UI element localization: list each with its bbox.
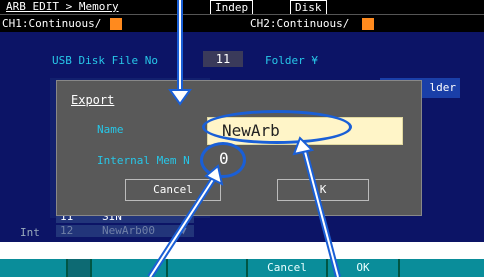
annotation-arrows [147, 0, 341, 277]
arrow-to-name-field [292, 136, 341, 277]
device-screen: ARB EDIT > Memory Indep Disk CH1:Continu… [0, 0, 484, 277]
arrow-to-mem-value [147, 164, 224, 277]
arrow-to-dialog [168, 0, 192, 106]
